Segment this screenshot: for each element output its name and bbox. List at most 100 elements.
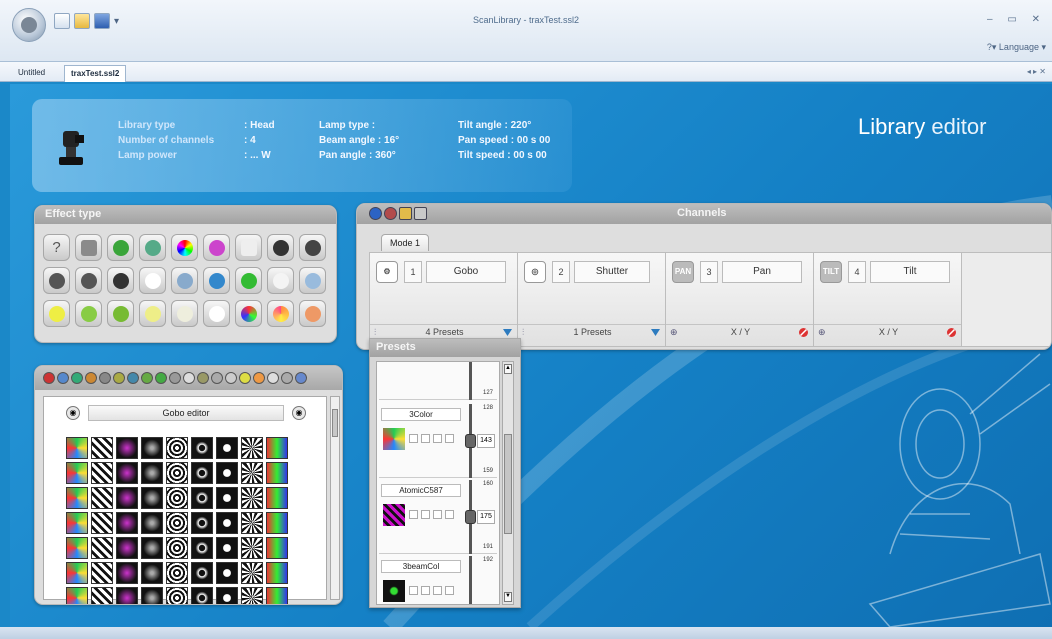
gobo-cell[interactable]	[266, 437, 288, 459]
pantilt-icon[interactable]	[75, 234, 102, 261]
prism-icon[interactable]	[299, 267, 326, 294]
bulb-icon[interactable]	[139, 300, 166, 327]
channel-1[interactable]: ⚙ 1 Gobo ⫶ 4 Presets	[370, 253, 518, 346]
white-blur-icon[interactable]	[267, 267, 294, 294]
gobo-category-icon[interactable]	[141, 372, 153, 384]
gobo-cell[interactable]	[66, 462, 88, 484]
tab-mode-1[interactable]: Mode 1	[381, 234, 429, 251]
gobo-cell[interactable]	[66, 562, 88, 584]
gobo-category-icon[interactable]	[211, 372, 223, 384]
gobo-category-icon[interactable]	[57, 372, 69, 384]
dropdown-icon[interactable]	[650, 327, 661, 338]
channel-name[interactable]: Pan	[722, 261, 802, 283]
tab-traxtest[interactable]: traxTest.ssl2	[64, 65, 127, 82]
gobo-cell[interactable]	[91, 437, 113, 459]
gobo-cell[interactable]	[66, 512, 88, 534]
scroll-up-icon[interactable]: ▲	[504, 364, 512, 374]
gobo-category-icon[interactable]	[239, 372, 251, 384]
crosshair-icon[interactable]: ⊕	[818, 325, 826, 340]
sliders-icon[interactable]: ⫶	[522, 325, 524, 340]
gobo-cell[interactable]	[241, 462, 263, 484]
preset-slot[interactable]	[421, 510, 430, 519]
white-square-icon[interactable]	[235, 234, 262, 261]
gobo-category-icon[interactable]	[99, 372, 111, 384]
gobo-cell[interactable]	[66, 487, 88, 509]
green-icon[interactable]	[235, 267, 262, 294]
preset-name[interactable]: 3Color	[381, 408, 461, 421]
gobo-cell[interactable]	[91, 537, 113, 559]
gobo-cell[interactable]	[191, 512, 213, 534]
gobo-cell[interactable]	[216, 512, 238, 534]
gobo-cell[interactable]	[166, 437, 188, 459]
open-channel-icon[interactable]	[399, 207, 412, 220]
preset-slot[interactable]	[409, 586, 418, 595]
gobo-cell[interactable]	[191, 462, 213, 484]
scroll-down-icon[interactable]: ▼	[504, 592, 512, 602]
gobo-cell[interactable]	[141, 562, 163, 584]
gobo-cell[interactable]	[91, 587, 113, 604]
cyan-icon[interactable]	[171, 267, 198, 294]
gobo-cell[interactable]	[266, 562, 288, 584]
red-mix-icon[interactable]	[267, 300, 294, 327]
yellow-iris-icon[interactable]	[43, 300, 70, 327]
channel-name[interactable]: Shutter	[574, 261, 650, 283]
gobo-cell[interactable]	[216, 562, 238, 584]
snowflake-icon[interactable]	[139, 267, 166, 294]
gobo-cell[interactable]	[66, 437, 88, 459]
gobo-cell[interactable]	[216, 587, 238, 604]
gobo-cell[interactable]	[216, 437, 238, 459]
gobo-cell[interactable]	[91, 487, 113, 509]
gobo-category-icon[interactable]	[183, 372, 195, 384]
white-circle-icon[interactable]	[203, 300, 230, 327]
gobo-category-icon[interactable]	[267, 372, 279, 384]
preset-item[interactable]: 3Color 143 128 159	[379, 404, 497, 478]
gobo-cell[interactable]	[266, 512, 288, 534]
gobo-category-icon[interactable]	[85, 372, 97, 384]
rotation-icon[interactable]	[43, 267, 70, 294]
gobo-category-icon[interactable]	[43, 372, 55, 384]
gobo-cell[interactable]	[241, 537, 263, 559]
gobo-cell[interactable]	[216, 487, 238, 509]
gobo-category-icon[interactable]	[155, 372, 167, 384]
gobo-cell[interactable]	[91, 512, 113, 534]
crosshair-icon[interactable]: ⊕	[670, 325, 678, 340]
preset-slot[interactable]	[409, 510, 418, 519]
preset-value[interactable]: 175	[477, 510, 495, 524]
gobo-cell[interactable]	[241, 587, 263, 604]
gobo-cell[interactable]	[141, 587, 163, 604]
gobo-next-icon[interactable]: ◉	[292, 406, 306, 420]
gobo-cell[interactable]	[116, 487, 138, 509]
gobo-cell[interactable]	[191, 587, 213, 604]
color-wheel-icon[interactable]	[171, 234, 198, 261]
preset-slot[interactable]	[421, 434, 430, 443]
gobo-cell[interactable]	[166, 462, 188, 484]
gobo-cell[interactable]	[91, 462, 113, 484]
gobo-prev-icon[interactable]: ◉	[66, 406, 80, 420]
gobo-cell[interactable]	[166, 562, 188, 584]
gobo-cell[interactable]	[141, 512, 163, 534]
gobo-cell[interactable]	[116, 587, 138, 604]
gobo-category-icon[interactable]	[197, 372, 209, 384]
channel-2[interactable]: ◎ 2 Shutter ⫶ 1 Presets	[518, 253, 666, 346]
gobo-cell[interactable]	[241, 437, 263, 459]
green-iris-icon[interactable]	[75, 300, 102, 327]
channel-3[interactable]: PAN 3 Pan ⊕ X / Y	[666, 253, 814, 346]
add-channel-icon[interactable]	[369, 207, 382, 220]
gobo-cell[interactable]	[191, 487, 213, 509]
gradient-icon[interactable]	[203, 234, 230, 261]
gobo-cell[interactable]	[191, 537, 213, 559]
gobo-cell[interactable]	[241, 562, 263, 584]
dropdown-icon[interactable]	[502, 327, 513, 338]
green-swirl-icon[interactable]	[107, 234, 134, 261]
gobo-cell[interactable]	[166, 487, 188, 509]
preset-name[interactable]: 3beamCol	[381, 560, 461, 573]
gobo-category-icon[interactable]	[127, 372, 139, 384]
preset-slider-knob[interactable]	[465, 510, 476, 524]
app-menu-button[interactable]	[12, 8, 46, 42]
preset-slider-knob[interactable]	[465, 434, 476, 448]
disable-icon[interactable]	[946, 327, 957, 338]
gobo-cell[interactable]	[241, 487, 263, 509]
gobo-scrollbar[interactable]	[330, 396, 340, 600]
presets-scrollbar[interactable]: ▲ ▼	[502, 361, 514, 605]
gobo-cell[interactable]	[141, 462, 163, 484]
